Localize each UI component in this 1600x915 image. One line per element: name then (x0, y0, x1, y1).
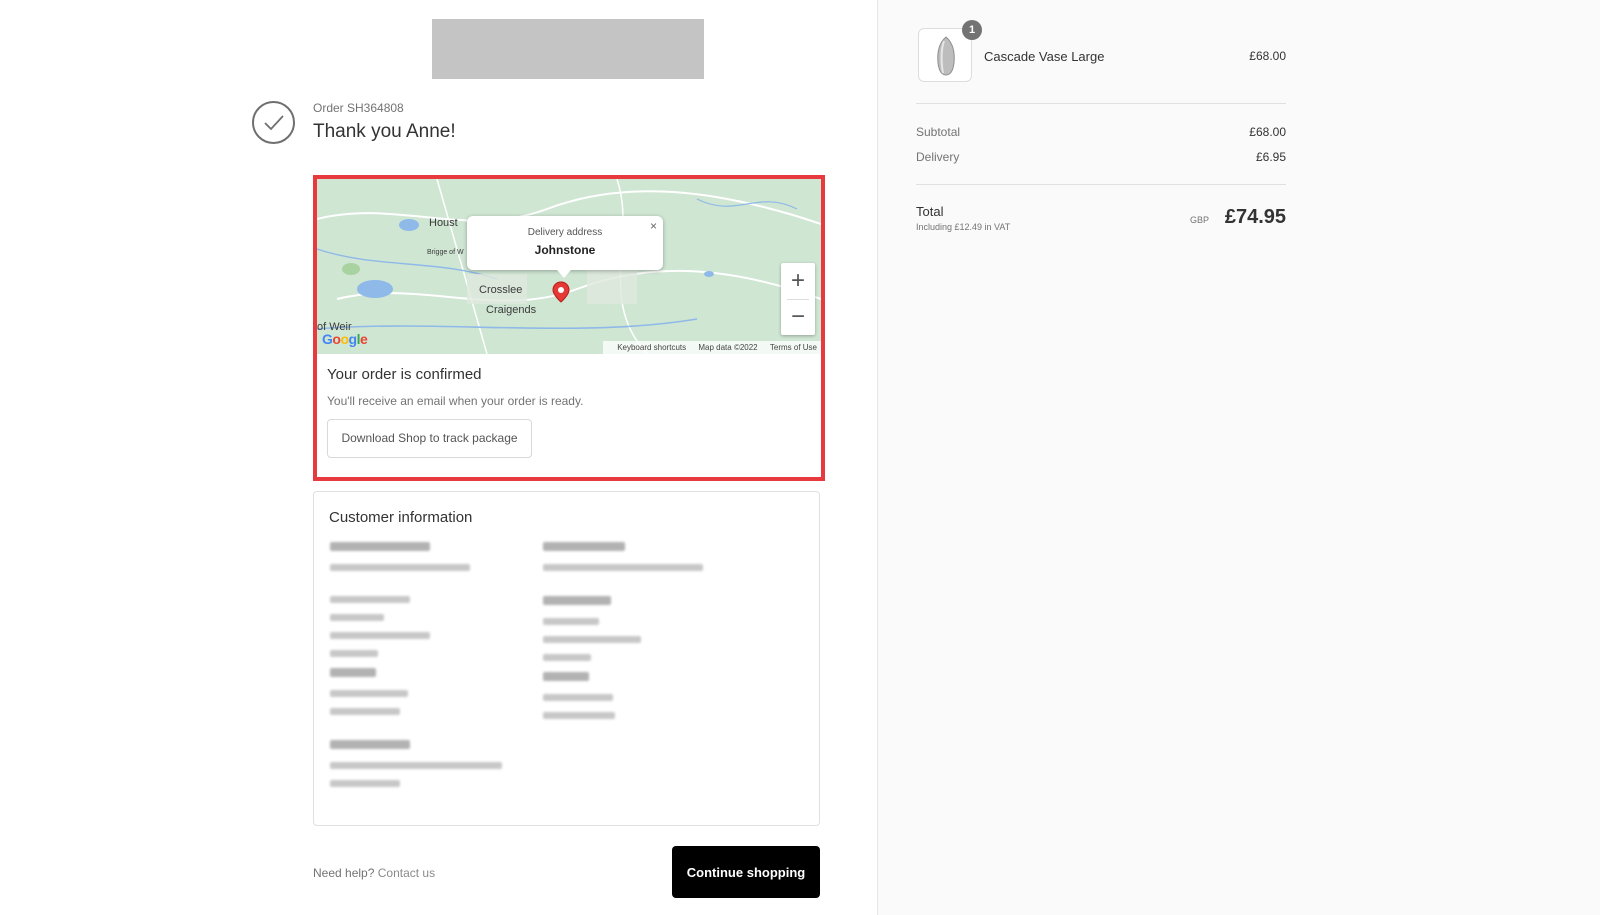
zoom-divider (787, 299, 809, 300)
popup-title: Delivery address (527, 227, 603, 238)
contact-us-link[interactable]: Contact us (378, 866, 435, 880)
order-confirmed-card: Houst Brigge of W Crosslee Craigends of … (313, 175, 825, 481)
currency-code: GBP (1189, 215, 1209, 225)
customer-information-card: Customer information (313, 491, 820, 826)
keyboard-shortcuts-link[interactable]: Keyboard shortcuts (617, 343, 686, 352)
zoom-out-button[interactable]: − (781, 299, 815, 335)
popup-tip (557, 270, 571, 278)
map-data-text: Map data ©2022 (698, 343, 758, 352)
map-zoom-control: + − (781, 263, 815, 335)
vat-note: Including £12.49 in VAT (916, 222, 1011, 232)
customer-info-left-column (330, 542, 540, 798)
redacted-heading (543, 596, 611, 605)
redacted-line (543, 712, 615, 719)
redacted-line (330, 690, 408, 697)
redacted-heading (543, 542, 625, 551)
delivery-map[interactable]: Houst Brigge of W Crosslee Craigends of … (317, 179, 821, 354)
redacted-line (543, 564, 703, 571)
delivery-address-popup: Delivery address Johnstone × (467, 216, 663, 270)
continue-shopping-button[interactable]: Continue shopping (672, 846, 820, 898)
summary-divider (916, 184, 1286, 185)
redacted-line (543, 654, 591, 661)
product-price: £68.00 (1249, 49, 1286, 63)
redacted-line (330, 762, 502, 769)
confirmation-title: Your order is confirmed (327, 366, 482, 383)
delivery-value: £6.95 (1255, 150, 1286, 164)
redacted-line (330, 668, 376, 677)
map-label-crosslee: Crosslee (479, 284, 523, 296)
popup-city: Johnstone (534, 243, 596, 257)
order-summary-panel (877, 0, 1600, 915)
subtotal-value: £68.00 (1249, 125, 1286, 139)
map-label-houston: Houst (429, 217, 458, 229)
redacted-line (330, 650, 378, 657)
google-logo: Google (322, 331, 368, 347)
delivery-label: Delivery (916, 150, 960, 164)
map-pin-icon[interactable] (552, 281, 570, 303)
confirmation-text: You'll receive an email when your order … (327, 394, 584, 408)
redacted-line (543, 618, 599, 625)
order-number: Order SH364808 (313, 101, 404, 115)
terms-of-use-link[interactable]: Terms of Use (770, 343, 817, 352)
redacted-line (330, 632, 430, 639)
redacted-line (543, 672, 589, 681)
redacted-heading (330, 542, 430, 551)
redacted-line (330, 596, 410, 603)
need-help-text: Need help? Contact us (313, 866, 435, 880)
vase-icon (937, 36, 955, 76)
redacted-line (330, 614, 384, 621)
total-label: Total (916, 204, 944, 219)
redacted-line (330, 780, 400, 787)
map-label-craigends: Craigends (486, 304, 537, 316)
map-label-bridge: Brigge of W (427, 249, 464, 256)
download-shop-button[interactable]: Download Shop to track package (327, 419, 532, 458)
quantity-badge: 1 (962, 20, 982, 40)
subtotal-label: Subtotal (916, 125, 961, 139)
store-logo[interactable] (432, 19, 704, 79)
product-name: Cascade Vase Large (984, 49, 1105, 64)
total-value: £74.95 (1224, 206, 1286, 228)
zoom-in-button[interactable]: + (781, 263, 815, 299)
redacted-line (543, 694, 613, 701)
redacted-heading (330, 740, 410, 749)
map-attribution: Keyboard shortcuts Map data ©2022 Terms … (603, 341, 821, 354)
check-icon (252, 101, 295, 144)
page-title: Thank you Anne! (313, 121, 456, 142)
need-help-label: Need help? (313, 866, 375, 880)
summary-divider (916, 103, 1286, 104)
customer-info-right-column (543, 542, 753, 730)
redacted-line (330, 708, 400, 715)
redacted-line (543, 636, 641, 643)
customer-info-title: Customer information (329, 509, 473, 526)
close-icon[interactable]: × (650, 219, 657, 233)
redacted-line (330, 564, 470, 571)
